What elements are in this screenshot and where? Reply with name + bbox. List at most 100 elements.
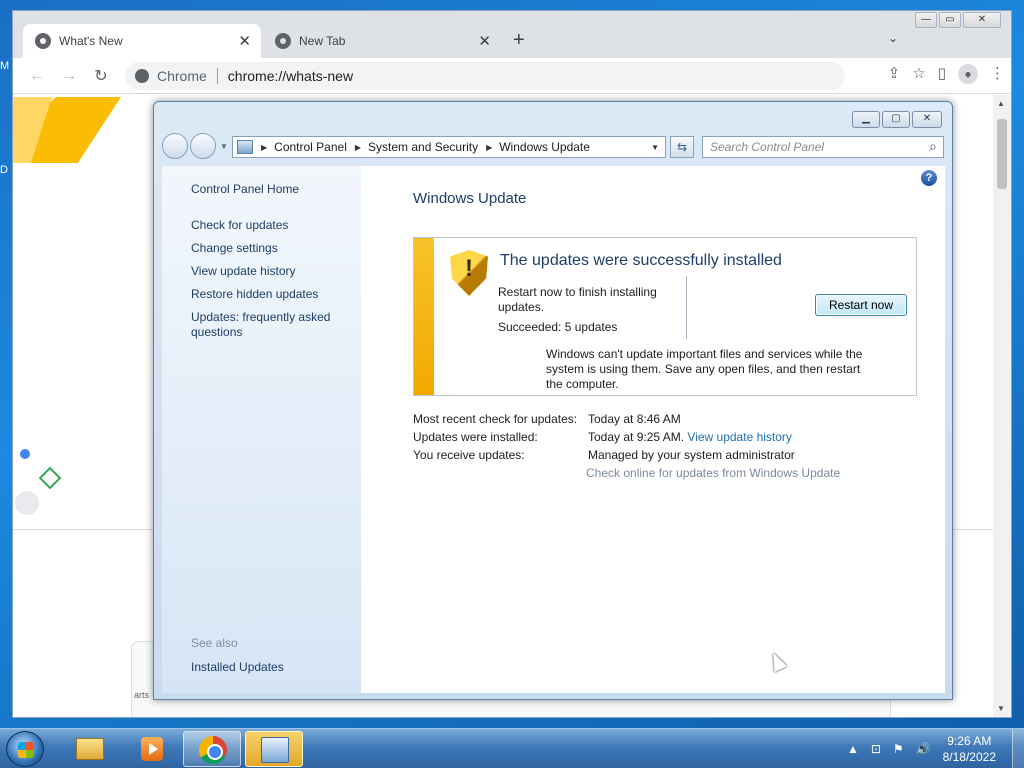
desktop-label-fragment: D (0, 164, 8, 176)
check-online-link[interactable]: Check online for updates from Windows Up… (586, 466, 840, 480)
breadcrumb-arrow-icon[interactable]: ▶ (486, 143, 492, 152)
share-icon[interactable]: ⇪ (888, 64, 901, 84)
system-tray: ▲ ⊡ ⚑ 🔊 9:26 AM 8/18/2022 (847, 729, 1024, 768)
new-tab-button[interactable]: + (513, 29, 525, 52)
task-pane: Control Panel Home Check for updates Cha… (162, 166, 361, 693)
taskbar-media-player[interactable] (121, 731, 179, 767)
start-button[interactable] (6, 731, 44, 767)
tab-whats-new[interactable]: What's New ✕ (23, 24, 261, 58)
show-desktop-button[interactable] (1012, 729, 1024, 768)
sidebar-item-check-updates[interactable]: Check for updates (191, 218, 288, 233)
action-center-flag-icon[interactable]: ⚑ (893, 742, 904, 756)
taskbar-control-panel[interactable] (245, 731, 303, 767)
restart-note: Windows can't update important files and… (546, 347, 863, 391)
tab-new-tab[interactable]: New Tab ✕ (263, 24, 501, 58)
scroll-up-arrow-icon[interactable]: ▲ (997, 99, 1005, 108)
installed-value-group: Today at 9:25 AM. View update history (588, 430, 792, 444)
recent-check-label: Most recent check for updates: (413, 412, 578, 426)
refresh-icon[interactable]: ⇆ (670, 136, 694, 158)
divider (216, 68, 218, 84)
decorative-diamond (38, 466, 62, 490)
bookmark-star-icon[interactable]: ☆ (912, 64, 925, 84)
window-controls: — ▭ ✕ (913, 12, 1001, 28)
minimize-button[interactable]: ▁ (852, 111, 880, 128)
back-button[interactable] (162, 133, 188, 159)
close-tab-icon[interactable]: ✕ (478, 32, 491, 50)
address-dropdown-icon[interactable]: ▼ (651, 143, 659, 152)
chrome-favicon-icon (35, 33, 51, 49)
decorative-circle (15, 491, 39, 515)
recent-check-value: Today at 8:46 AM (588, 412, 681, 426)
back-arrow-icon[interactable]: ← (21, 67, 53, 85)
search-input[interactable]: Search Control Panel ⌕ (702, 136, 944, 158)
status-color-bar (414, 238, 434, 395)
clock-time: 9:26 AM (947, 734, 992, 748)
navigation-buttons: ▼ (162, 133, 230, 159)
breadcrumb-system-security[interactable]: System and Security (368, 140, 478, 154)
tab-title: New Tab (299, 34, 346, 48)
desktop-label-fragment: M (0, 60, 10, 72)
folder-icon (76, 738, 104, 760)
taskbar-chrome[interactable] (183, 731, 241, 767)
page-title: Windows Update (413, 190, 527, 207)
restart-now-button[interactable]: Restart now (815, 294, 907, 316)
windows-logo-icon (18, 742, 34, 758)
sidebar-item-change-settings[interactable]: Change settings (191, 241, 278, 256)
reload-icon[interactable]: ↻ (85, 66, 117, 86)
sidebar-item-installed-updates[interactable]: Installed Updates (191, 660, 284, 675)
page-scrollbar[interactable]: ▲ ▼ (993, 95, 1011, 717)
breadcrumb-arrow-icon[interactable]: ▶ (261, 143, 267, 152)
show-hidden-icons-icon[interactable]: ▲ (847, 742, 859, 756)
address-bar[interactable]: Chrome chrome://whats-new (125, 62, 845, 90)
main-content: ? Windows Update ! The updates were succ… (361, 166, 945, 693)
taskbar-explorer[interactable] (60, 731, 118, 767)
sidebar-item-control-panel-home[interactable]: Control Panel Home (191, 182, 299, 197)
site-label: Chrome (157, 68, 207, 84)
forward-button[interactable] (190, 133, 216, 159)
breadcrumb-arrow-icon[interactable]: ▶ (355, 143, 361, 152)
clock[interactable]: 9:26 AM 8/18/2022 (943, 733, 996, 765)
status-headline: The updates were successfully installed (500, 252, 782, 269)
installed-value: Today at 9:25 AM. (588, 430, 685, 444)
shield-exclamation: ! (465, 255, 473, 282)
breadcrumb[interactable]: ▶ Control Panel ▶ System and Security ▶ … (232, 136, 666, 158)
side-panel-icon[interactable]: ▯ (938, 64, 946, 84)
volume-icon[interactable]: 🔊 (916, 742, 931, 756)
tab-title: What's New (59, 34, 123, 48)
profile-avatar-icon[interactable]: ● (958, 64, 978, 84)
tab-strip: What's New ✕ New Tab ✕ + ⌄ — ▭ ✕ (13, 11, 1011, 58)
tab-search-chevron-icon[interactable]: ⌄ (888, 31, 898, 45)
forward-arrow-icon[interactable]: → (53, 67, 85, 85)
sidebar-item-view-history[interactable]: View update history (191, 264, 296, 279)
sidebar-item-faq[interactable]: Updates: frequently asked questions (191, 310, 351, 340)
search-icon[interactable]: ⌕ (929, 138, 937, 155)
receive-value: Managed by your system administrator (588, 448, 795, 462)
help-icon[interactable]: ? (921, 170, 937, 186)
chrome-icon (199, 736, 227, 764)
maximize-button[interactable]: ▭ (939, 12, 961, 28)
breadcrumb-control-panel[interactable]: Control Panel (274, 140, 347, 154)
close-window-button[interactable]: ✕ (963, 12, 1001, 28)
window-controls: ▁ ▢ ✕ (850, 111, 942, 128)
chrome-site-icon (135, 69, 149, 83)
sidebar-item-restore-hidden[interactable]: Restore hidden updates (191, 287, 318, 302)
media-player-icon (141, 737, 163, 761)
browser-toolbar: ← → ↻ Chrome chrome://whats-new ⇪ ☆ ▯ ● … (13, 58, 1011, 94)
url-text[interactable]: chrome://whats-new (228, 68, 353, 84)
scroll-thumb[interactable] (997, 119, 1007, 189)
see-also-heading: See also (191, 636, 238, 650)
close-tab-icon[interactable]: ✕ (238, 32, 251, 50)
breadcrumb-windows-update[interactable]: Windows Update (499, 140, 590, 154)
scroll-down-arrow-icon[interactable]: ▼ (997, 704, 1005, 713)
close-window-button[interactable]: ✕ (912, 111, 942, 128)
chrome-menu-icon[interactable]: ⋮ (990, 64, 1005, 84)
minimize-button[interactable]: — (915, 12, 937, 28)
network-icon[interactable]: ⊡ (871, 742, 881, 756)
view-update-history-link[interactable]: View update history (687, 430, 792, 444)
receive-label: You receive updates: (413, 448, 525, 462)
recent-pages-chevron-icon[interactable]: ▼ (220, 142, 228, 151)
control-panel-icon (237, 140, 253, 154)
maximize-button[interactable]: ▢ (882, 111, 910, 128)
toolbar-actions: ⇪ ☆ ▯ ● ⋮ (888, 64, 1005, 84)
card-text: arts (134, 690, 150, 700)
